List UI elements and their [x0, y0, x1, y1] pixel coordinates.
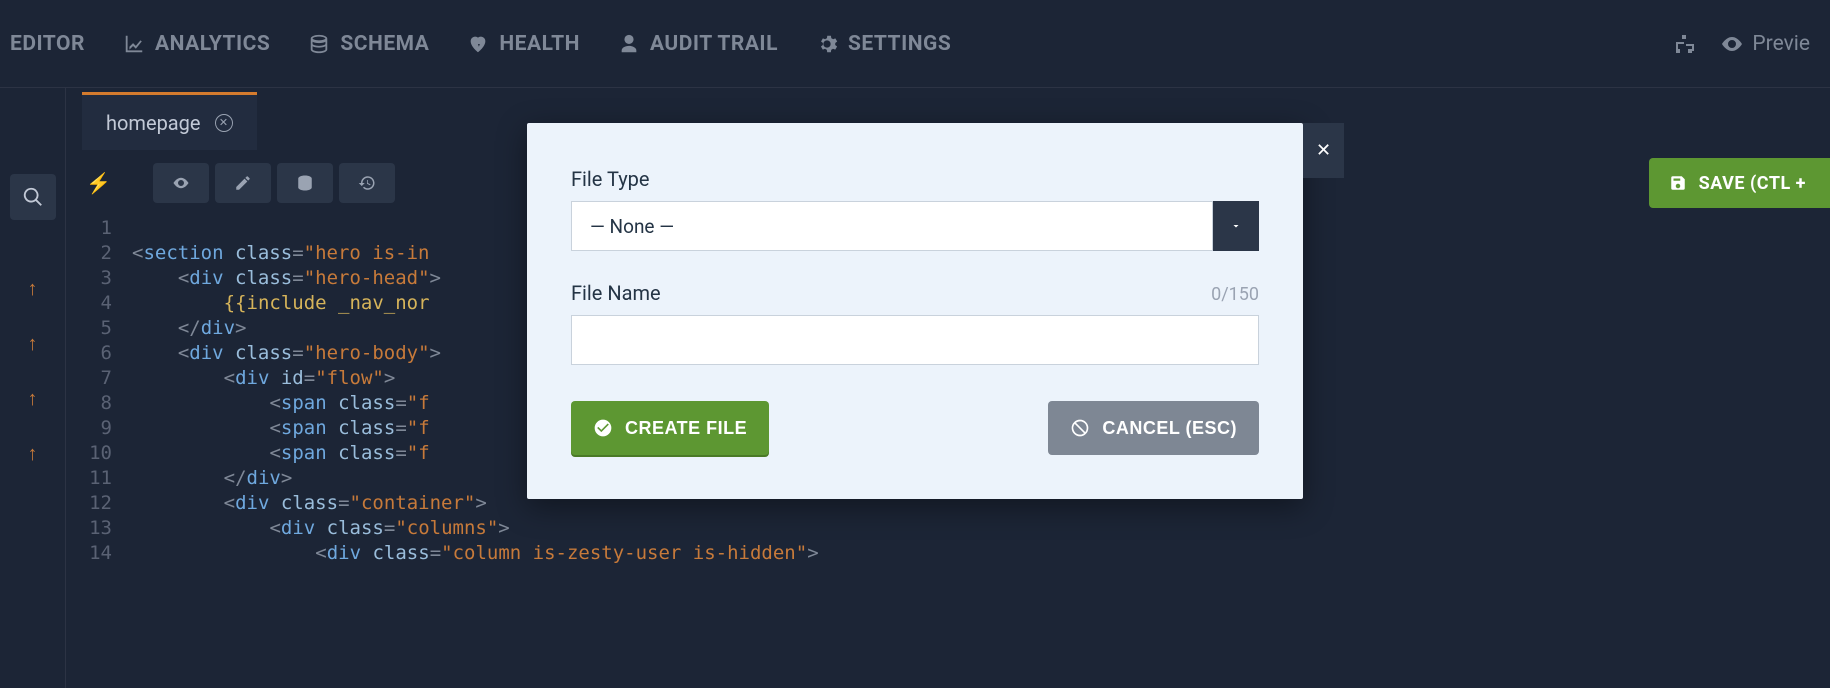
line-number: 1: [66, 216, 112, 241]
select-caret-button[interactable]: [1213, 201, 1259, 251]
tool-group: [153, 163, 395, 203]
nav-item-audit[interactable]: AUDIT TRAIL: [618, 32, 778, 56]
preview-label: Previe: [1752, 32, 1810, 56]
sitemap-icon[interactable]: [1672, 32, 1696, 56]
preview-tool[interactable]: [153, 163, 209, 203]
nav-item-editor[interactable]: EDITOR: [10, 32, 85, 56]
edit-tool[interactable]: [215, 163, 271, 203]
char-counter: 0/150: [1211, 284, 1259, 305]
line-number: 4: [66, 291, 112, 316]
file-type-value: — None —: [571, 201, 1213, 251]
save-label: SAVE (CTL +: [1699, 173, 1806, 194]
code-line: <div class="columns">: [132, 516, 1830, 541]
nav-label: SCHEMA: [340, 32, 429, 56]
line-number: 6: [66, 341, 112, 366]
save-button[interactable]: SAVE (CTL +: [1649, 158, 1830, 208]
nav-item-analytics[interactable]: ANALYTICS: [123, 32, 270, 56]
gear-icon: [816, 33, 838, 55]
create-label: CREATE FILE: [625, 418, 747, 439]
heartbeat-icon: [467, 33, 489, 55]
line-number: 8: [66, 391, 112, 416]
arrow-up-icon[interactable]: ↑: [28, 386, 38, 411]
line-number: 7: [66, 366, 112, 391]
line-number: 2: [66, 241, 112, 266]
tab-label: homepage: [106, 111, 201, 135]
database-icon: [296, 174, 314, 192]
pencil-icon: [234, 174, 252, 192]
arrow-up-icon[interactable]: ↑: [28, 441, 38, 466]
file-name-input[interactable]: [571, 315, 1259, 365]
top-nav: EDITOR ANALYTICS SCHEMA HEALTH AUDIT TRA…: [0, 0, 1830, 88]
line-number: 5: [66, 316, 112, 341]
cancel-label: CANCEL (ESC): [1102, 418, 1237, 439]
save-icon: [1669, 174, 1687, 192]
tab-close-icon[interactable]: ✕: [215, 114, 233, 132]
line-number-gutter: 1234567891011121314: [66, 216, 132, 566]
nav-label: HEALTH: [499, 32, 580, 56]
nav-label: EDITOR: [10, 32, 85, 56]
cancel-icon: [1070, 418, 1090, 438]
search-button[interactable]: [10, 174, 56, 220]
caret-down-icon: [1230, 220, 1242, 232]
nav-label: SETTINGS: [848, 32, 951, 56]
arrow-up-icon[interactable]: ↑: [28, 331, 38, 356]
line-number: 14: [66, 541, 112, 566]
cancel-button[interactable]: CANCEL (ESC): [1048, 401, 1259, 455]
history-tool[interactable]: [339, 163, 395, 203]
preview-link[interactable]: Previe: [1720, 32, 1810, 56]
history-icon: [358, 174, 376, 192]
search-icon: [22, 186, 44, 208]
code-line: <div class="column is-zesty-user is-hidd…: [132, 541, 1830, 566]
nav-label: ANALYTICS: [155, 32, 270, 56]
file-name-label: File Name: [571, 281, 661, 305]
nav-left: EDITOR ANALYTICS SCHEMA HEALTH AUDIT TRA…: [10, 32, 951, 56]
line-number: 10: [66, 441, 112, 466]
check-circle-icon: [593, 418, 613, 438]
modal-close-button[interactable]: ✕: [1303, 123, 1344, 178]
left-gutter: ↑ ↑ ↑ ↑: [0, 88, 66, 688]
nav-label: AUDIT TRAIL: [650, 32, 778, 56]
create-file-modal: ✕ File Type — None — File Name 0/150 CRE…: [527, 123, 1303, 499]
data-tool[interactable]: [277, 163, 333, 203]
file-name-header: File Name 0/150: [571, 281, 1259, 305]
arrow-up-icon[interactable]: ↑: [28, 276, 38, 301]
line-number: 3: [66, 266, 112, 291]
line-number: 9: [66, 416, 112, 441]
create-file-button[interactable]: CREATE FILE: [571, 401, 769, 455]
line-number: 12: [66, 491, 112, 516]
eye-icon: [1720, 32, 1744, 56]
eye-icon: [172, 174, 190, 192]
database-icon: [308, 33, 330, 55]
nav-right: Previe: [1672, 32, 1810, 56]
nav-item-schema[interactable]: SCHEMA: [308, 32, 429, 56]
nav-item-health[interactable]: HEALTH: [467, 32, 580, 56]
chart-icon: [123, 33, 145, 55]
line-number: 11: [66, 466, 112, 491]
modal-actions: CREATE FILE CANCEL (ESC): [571, 401, 1259, 455]
user-icon: [618, 33, 640, 55]
line-number: 13: [66, 516, 112, 541]
file-type-label: File Type: [571, 167, 1259, 191]
tab-homepage[interactable]: homepage ✕: [82, 92, 257, 150]
bolt-icon[interactable]: ⚡: [86, 171, 111, 195]
nav-item-settings[interactable]: SETTINGS: [816, 32, 951, 56]
file-type-select[interactable]: — None —: [571, 201, 1259, 251]
